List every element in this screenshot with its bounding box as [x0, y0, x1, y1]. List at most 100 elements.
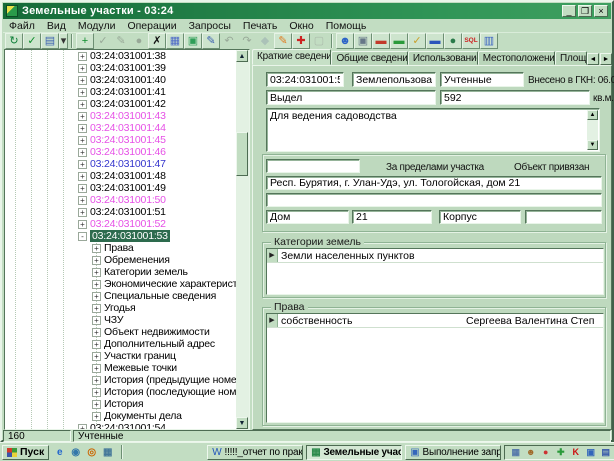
task-button-1[interactable]: W!!!!!_отчет по практи...: [207, 445, 303, 460]
tree-item[interactable]: +03:24:031001:51: [5, 206, 237, 218]
network-tray-icon[interactable]: ▤: [599, 447, 612, 458]
categories-grid[interactable]: ▶ Земли населенных пунктов: [266, 248, 604, 295]
map-icon[interactable]: ▣: [184, 33, 202, 49]
tab-scroll-right-icon[interactable]: ►: [600, 53, 612, 65]
print-icon[interactable]: ▤: [41, 33, 59, 49]
show-desktop-quicklaunch-icon[interactable]: ▦: [100, 445, 115, 460]
book-green-icon[interactable]: ▬: [390, 33, 408, 49]
expand-icon[interactable]: +: [92, 340, 101, 349]
expand-icon[interactable]: +: [78, 112, 87, 121]
task-button-2[interactable]: ▦Земельные участ...: [306, 445, 402, 460]
expand-icon[interactable]: +: [92, 244, 101, 253]
address-extra-field[interactable]: [266, 193, 602, 207]
tree-item[interactable]: +03:24:031001:49: [5, 182, 237, 194]
expand-icon[interactable]: +: [92, 388, 101, 397]
tree-item[interactable]: +03:24:031001:42: [5, 98, 237, 110]
status-field[interactable]: [440, 72, 524, 87]
calendar-add-icon[interactable]: ✚: [292, 33, 310, 49]
expand-icon[interactable]: +: [78, 136, 87, 145]
tree-item[interactable]: +История: [5, 398, 237, 410]
pin-icon[interactable]: ✎: [274, 33, 292, 49]
draw-icon[interactable]: ✎: [202, 33, 220, 49]
scroll-up-icon[interactable]: ▲: [587, 110, 598, 120]
permitted-use-field[interactable]: Для ведения садоводства ▲ ▼: [266, 108, 600, 152]
tree-item[interactable]: +03:24:031001:54: [5, 422, 237, 429]
print-dropdown-icon[interactable]: ▾: [59, 33, 68, 49]
tree-scrollbar-thumb[interactable]: [236, 132, 248, 176]
expand-icon[interactable]: +: [92, 256, 101, 265]
menu-item-печать[interactable]: Печать: [237, 20, 283, 32]
delete-record-icon[interactable]: ✗: [148, 33, 166, 49]
menu-item-помощь[interactable]: Помощь: [320, 20, 373, 32]
tree-item[interactable]: +Обременения: [5, 254, 237, 266]
book-red-icon[interactable]: ▬: [372, 33, 390, 49]
corpus-value-field[interactable]: [525, 210, 602, 224]
land-type-field[interactable]: [352, 72, 436, 87]
users-icon[interactable]: ☻: [336, 33, 354, 49]
display-tray-icon[interactable]: ▦: [509, 447, 522, 458]
address-field[interactable]: [266, 176, 602, 190]
tree-item[interactable]: +03:24:031001:39: [5, 62, 237, 74]
expand-icon[interactable]: +: [78, 208, 87, 217]
expand-icon[interactable]: +: [92, 280, 101, 289]
rights-grid[interactable]: ▶ собственность Сергеева Валентина Степ: [266, 313, 604, 423]
expand-icon[interactable]: +: [78, 184, 87, 193]
tab-5[interactable]: Площ: [555, 51, 587, 65]
grid-view-icon[interactable]: ▦: [166, 33, 184, 49]
category-row[interactable]: ▶ Земли населенных пунктов: [267, 249, 603, 263]
expand-icon[interactable]: +: [92, 412, 101, 421]
globe-icon[interactable]: ●: [444, 33, 462, 49]
task-button-3[interactable]: ▣Выполнение запроса: [405, 445, 501, 460]
menu-item-запросы[interactable]: Запросы: [183, 20, 237, 32]
tree-item[interactable]: +Объект недвижимости: [5, 326, 237, 338]
expand-icon[interactable]: +: [78, 88, 87, 97]
tree-item[interactable]: +Специальные сведения: [5, 290, 237, 302]
tree-item[interactable]: +История (предыдущие номера): [5, 374, 237, 386]
tree-scrollbar[interactable]: ▲ ▼: [236, 50, 249, 429]
area-field[interactable]: [440, 90, 590, 105]
scroll-down-icon[interactable]: ▼: [236, 417, 248, 429]
tab-4[interactable]: Местоположение: [478, 51, 555, 65]
expand-icon[interactable]: +: [78, 124, 87, 133]
expand-icon[interactable]: +: [78, 160, 87, 169]
expand-icon[interactable]: +: [92, 304, 101, 313]
tree-item[interactable]: +Права: [5, 242, 237, 254]
expand-icon[interactable]: +: [92, 364, 101, 373]
tree-item[interactable]: +03:24:031001:47: [5, 158, 237, 170]
refresh-icon[interactable]: ↻: [5, 33, 23, 49]
expand-icon[interactable]: +: [92, 268, 101, 277]
apply-icon[interactable]: ✓: [23, 33, 41, 49]
tab-2[interactable]: Общие сведения: [331, 51, 407, 65]
menu-item-операции[interactable]: Операции: [121, 20, 182, 32]
tree-item[interactable]: +03:24:031001:45: [5, 134, 237, 146]
close-button[interactable]: ×: [594, 5, 608, 17]
cadastral-number-field[interactable]: [266, 72, 344, 87]
scroll-down-icon[interactable]: ▼: [587, 140, 598, 150]
tree-item[interactable]: +Категории земель: [5, 266, 237, 278]
memo-scrollbar[interactable]: ▲ ▼: [587, 110, 598, 150]
tree-item[interactable]: +История (последующие номера): [5, 386, 237, 398]
book-check-icon[interactable]: ✓: [408, 33, 426, 49]
expand-icon[interactable]: +: [78, 100, 87, 109]
sql-icon[interactable]: SQL: [462, 33, 480, 49]
tree-item[interactable]: +Межевые точки: [5, 362, 237, 374]
expand-icon[interactable]: +: [78, 52, 87, 61]
tab-3[interactable]: Использование: [408, 51, 478, 65]
doc-tray-icon[interactable]: ▣: [584, 447, 597, 458]
expand-icon[interactable]: +: [78, 172, 87, 181]
expand-icon[interactable]: +: [78, 76, 87, 85]
tab-scroll-left-icon[interactable]: ◄: [587, 53, 599, 65]
corpus-label-field[interactable]: [439, 210, 521, 224]
mediaplayer-quicklaunch-icon[interactable]: ◎: [84, 445, 99, 460]
start-button[interactable]: Пуск: [2, 445, 49, 460]
tree-item[interactable]: +03:24:031001:48: [5, 170, 237, 182]
expand-icon[interactable]: +: [78, 196, 87, 205]
tab-1[interactable]: Краткие сведения: [252, 49, 331, 65]
tree-item[interactable]: +Экономические характеристики: [5, 278, 237, 290]
book-stack-icon[interactable]: ▬: [426, 33, 444, 49]
scroll-up-icon[interactable]: ▲: [236, 50, 248, 62]
expand-icon[interactable]: +: [92, 316, 101, 325]
expand-icon[interactable]: +: [78, 64, 87, 73]
expand-icon[interactable]: +: [78, 220, 87, 229]
tree-item[interactable]: +03:24:031001:46: [5, 146, 237, 158]
